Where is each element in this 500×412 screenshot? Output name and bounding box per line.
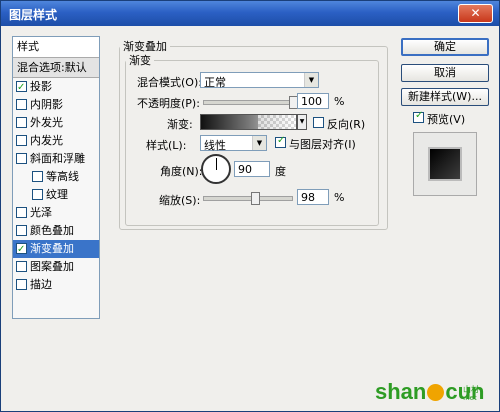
cancel-button[interactable]: 取消	[401, 64, 489, 82]
blending-options-item[interactable]: 混合选项:默认	[13, 58, 99, 78]
preview-swatch	[430, 149, 460, 179]
style-item[interactable]: 内阴影	[13, 96, 99, 114]
style-item-label: 纹理	[46, 188, 68, 201]
angle-value: 90	[238, 163, 252, 176]
style-item-label: 图案叠加	[30, 260, 74, 273]
gradient-group-title: 渐变	[129, 54, 151, 67]
preview-label: 预览(V)	[427, 113, 466, 126]
layer-style-dialog: 图层样式 ✕ 样式 混合选项:默认 投影内阴影外发光内发光斜面和浮雕等高线纹理光…	[0, 0, 500, 412]
style-item-label: 内阴影	[30, 98, 63, 111]
style-item[interactable]: 斜面和浮雕	[13, 150, 99, 168]
watermark-suffix: .net	[463, 394, 477, 402]
style-item-label: 内发光	[30, 134, 63, 147]
style-items: 投影内阴影外发光内发光斜面和浮雕等高线纹理光泽颜色叠加渐变叠加图案叠加描边	[13, 78, 99, 294]
style-item-label: 外发光	[30, 116, 63, 129]
opacity-unit: %	[334, 95, 345, 108]
watermark-text-a: shan	[375, 379, 427, 404]
style-item-label: 等高线	[46, 170, 79, 183]
angle-input[interactable]: 90	[234, 161, 270, 177]
style-list-header[interactable]: 样式	[13, 37, 99, 58]
align-with-layer-checkbox[interactable]	[275, 135, 286, 148]
style-item[interactable]: 外发光	[13, 114, 99, 132]
style-item-label: 光泽	[30, 206, 52, 219]
style-item-label: 描边	[30, 278, 52, 291]
style-item[interactable]: 光泽	[13, 204, 99, 222]
style-item[interactable]: 描边	[13, 276, 99, 294]
style-item-label: 渐变叠加	[30, 242, 74, 255]
angle-dial[interactable]	[201, 154, 231, 184]
gradient-style-select[interactable]: 线性 ▼	[200, 135, 267, 152]
window-title: 图层样式	[9, 8, 58, 22]
chevron-down-icon: ▼	[304, 73, 318, 87]
style-item-label: 颜色叠加	[30, 224, 74, 237]
preview-checkbox[interactable]	[413, 110, 424, 123]
blend-mode-select[interactable]: 正常 ▼	[200, 72, 319, 89]
watermark-dot-icon	[427, 384, 445, 401]
style-item-checkbox[interactable]	[16, 134, 27, 146]
gradient-label: 渐变:	[167, 118, 193, 131]
style-item[interactable]: 颜色叠加	[13, 222, 99, 240]
style-item-checkbox[interactable]	[16, 224, 27, 236]
style-item-checkbox[interactable]	[16, 98, 27, 110]
style-item-checkbox[interactable]	[32, 170, 43, 182]
new-style-button[interactable]: 新建样式(W)...	[401, 88, 489, 106]
scale-slider-track[interactable]	[203, 196, 293, 201]
ok-button[interactable]: 确定	[401, 38, 489, 56]
style-item[interactable]: 纹理	[13, 186, 99, 204]
scale-label: 缩放(S):	[159, 194, 201, 207]
gradient-swatch[interactable]	[200, 114, 297, 130]
angle-unit: 度	[275, 165, 286, 178]
style-label: 样式(L):	[146, 139, 187, 152]
style-item-label: 斜面和浮雕	[30, 152, 85, 165]
scale-value: 98	[301, 191, 315, 204]
gradient-style-value: 线性	[204, 139, 226, 152]
scale-input[interactable]: 98	[297, 189, 329, 205]
opacity-value: 100	[301, 95, 322, 108]
blend-mode-label: 混合模式(O):	[137, 76, 202, 89]
chevron-down-icon: ▼	[252, 136, 266, 150]
title-bar[interactable]: 图层样式 ✕	[1, 1, 499, 26]
style-item-checkbox[interactable]	[16, 152, 27, 164]
style-item[interactable]: 等高线	[13, 168, 99, 186]
align-with-layer-label: 与图层对齐(I)	[289, 138, 356, 151]
dialog-body: 样式 混合选项:默认 投影内阴影外发光内发光斜面和浮雕等高线纹理光泽颜色叠加渐变…	[1, 26, 499, 411]
reverse-label: 反向(R)	[327, 118, 366, 131]
style-item-checkbox[interactable]	[16, 260, 27, 272]
style-item-checkbox[interactable]	[16, 206, 27, 218]
opacity-label: 不透明度(P):	[137, 97, 200, 110]
style-item[interactable]: 投影	[13, 78, 99, 97]
gradient-dropdown-icon[interactable]: ▼	[297, 114, 307, 130]
style-item-checkbox[interactable]	[16, 241, 27, 259]
style-item[interactable]: 内发光	[13, 132, 99, 150]
scale-unit: %	[334, 191, 345, 204]
style-item-checkbox[interactable]	[16, 79, 27, 97]
opacity-slider-track[interactable]	[203, 100, 295, 105]
style-list: 样式 混合选项:默认 投影内阴影外发光内发光斜面和浮雕等高线纹理光泽颜色叠加渐变…	[12, 36, 100, 319]
reverse-checkbox[interactable]	[313, 117, 324, 128]
style-item-checkbox[interactable]	[16, 116, 27, 128]
style-item-checkbox[interactable]	[16, 278, 27, 290]
style-item-label: 投影	[30, 80, 52, 93]
style-item[interactable]: 渐变叠加	[13, 240, 99, 259]
scale-slider-thumb[interactable]	[251, 192, 260, 205]
angle-dial-needle	[216, 158, 217, 170]
close-button[interactable]: ✕	[458, 4, 493, 23]
blend-mode-value: 正常	[204, 76, 226, 89]
opacity-input[interactable]: 100	[297, 93, 329, 109]
style-item-checkbox[interactable]	[32, 188, 43, 200]
style-item[interactable]: 图案叠加	[13, 258, 99, 276]
angle-label: 角度(N):	[160, 165, 203, 178]
style-preview	[413, 132, 477, 196]
